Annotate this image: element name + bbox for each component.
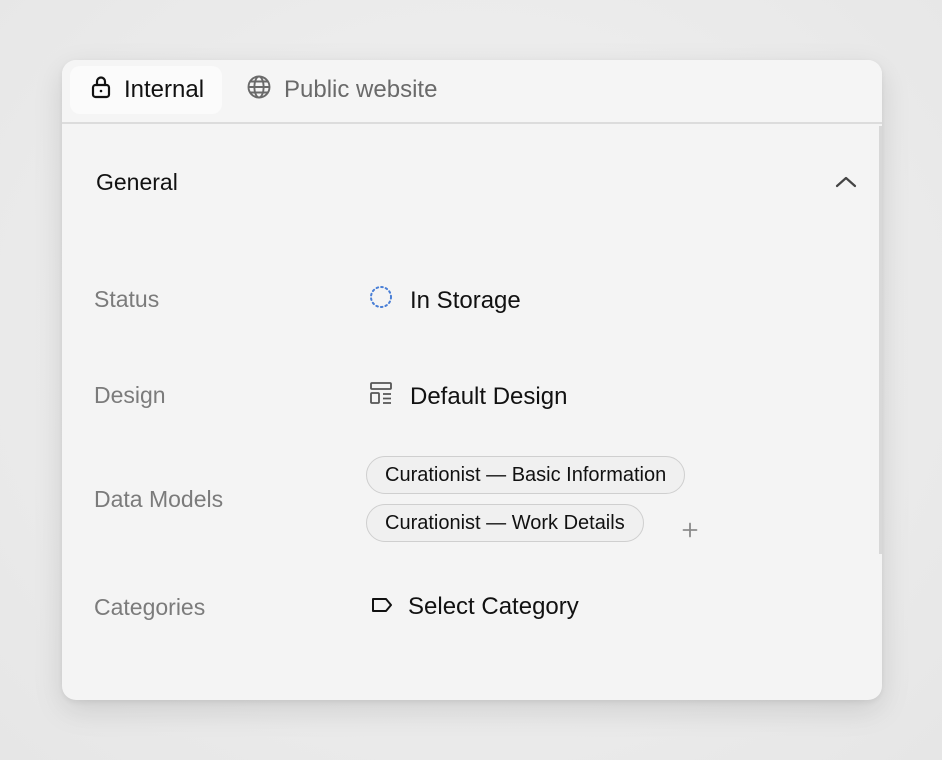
data-models-label: Data Models [94,486,224,512]
select-category-label: Select Category [408,593,579,620]
status-field[interactable]: In Storage [368,284,521,317]
background: Internal Public website General Status I… [0,0,942,760]
tab-public-website-label: Public website [284,76,438,103]
tab-public-website[interactable]: Public website [226,66,451,114]
design-label: Design [94,382,166,408]
status-value: In Storage [410,286,521,314]
design-field[interactable]: Default Design [368,380,567,413]
data-model-chip[interactable]: Curationist — Basic Information [366,456,686,494]
categories-label: Categories [94,594,206,620]
tag-icon [370,593,394,621]
section-header-general: General [96,164,860,200]
design-value: Default Design [410,382,568,410]
section-title: General [96,168,178,195]
select-category-button[interactable]: Select Category [370,593,579,621]
chevron-up-icon[interactable] [832,168,860,196]
plus-icon[interactable] [676,516,704,544]
scrollbar[interactable] [879,126,882,554]
lock-icon [90,75,112,106]
globe-icon [246,74,272,107]
tab-internal[interactable]: Internal [70,66,222,114]
tab-internal-label: Internal [124,76,205,103]
data-model-chip[interactable]: Curationist — Work Details [366,504,644,542]
status-label: Status [94,286,160,312]
dotted-circle-icon [368,284,394,317]
layout-template-icon [368,380,394,413]
tab-bar: Internal Public website [62,60,882,124]
properties-panel: Internal Public website General Status I… [62,60,882,700]
